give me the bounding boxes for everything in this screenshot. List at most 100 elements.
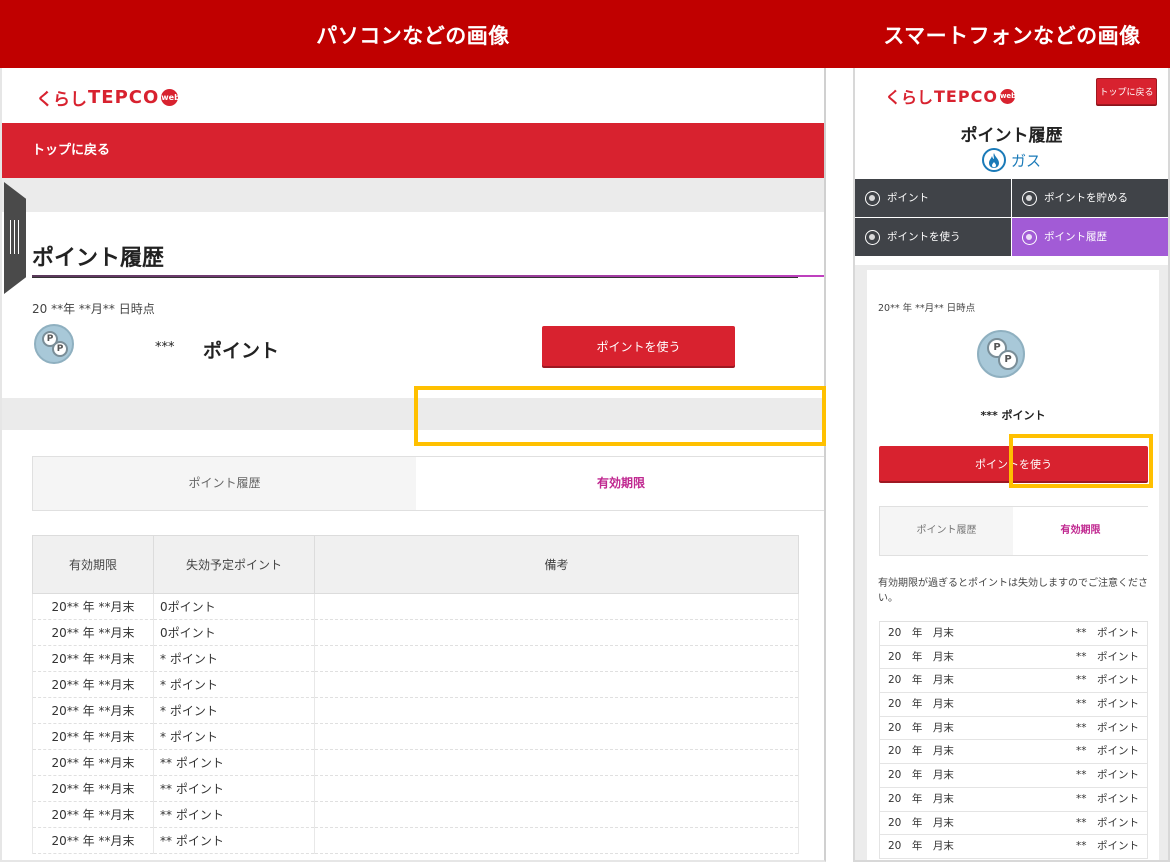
list-item: 20 年 月末 ** ポイント <box>879 787 1148 812</box>
caption-banner: パソコンなどの画像 スマートフォンなどの画像 <box>0 0 1170 68</box>
item-date: 20 年 月末 <box>888 721 954 734</box>
points-total: *** ポイント <box>980 409 1046 422</box>
content-area: 20** 年 **月** 日時点 PP *** ポイント ポイントを使う ポイン… <box>855 265 1168 860</box>
title-underline <box>32 277 798 278</box>
points-card: 20** 年 **月** 日時点 PP *** ポイント ポイントを使う ポイン… <box>867 270 1159 860</box>
tab-point-history[interactable]: ポイント履歴 <box>880 507 1013 555</box>
cell-expiration: 20** 年 **月末 <box>32 619 154 646</box>
pc-caption: パソコンなどの画像 <box>316 24 510 48</box>
section-spacer <box>2 178 824 212</box>
page-title: ポイント履歴 <box>960 126 1063 146</box>
back-to-top-link[interactable]: トップに戻る <box>32 123 110 178</box>
item-date: 20 年 月末 <box>888 840 954 853</box>
menu-item-label: ポイント <box>887 192 929 204</box>
cell-notes <box>314 827 799 854</box>
menu-item-save-points[interactable]: ポイントを貯める <box>1012 179 1168 217</box>
pc-screenshot: くらし TEPCO web トップに戻る ポイント履歴 20 **年 **月**… <box>0 68 826 862</box>
item-points: ** ポイント <box>1076 745 1139 758</box>
table-row: 20** 年 **月末 * ポイント <box>32 723 799 750</box>
list-item: 20 年 月末 ** ポイント <box>879 622 1148 646</box>
item-date: 20 年 月末 <box>888 650 954 663</box>
cell-expiration: 20** 年 **月末 <box>32 801 154 828</box>
logo-web-badge: web <box>999 88 1016 104</box>
cell-notes <box>314 775 799 802</box>
item-date: 20 年 月末 <box>888 745 954 758</box>
cell-notes <box>314 671 799 698</box>
use-points-button[interactable]: ポイントを使う <box>542 326 735 366</box>
gas-label: ガス <box>855 148 1168 172</box>
list-item: 20 年 月末 ** ポイント <box>879 835 1148 859</box>
cell-points: ** ポイント <box>153 827 315 854</box>
tab-expiration[interactable]: 有効期限 <box>1013 507 1148 555</box>
flame-icon <box>981 148 1006 172</box>
page-title: ポイント履歴 <box>32 246 165 271</box>
expiration-note: 有効期限が過ぎるとポイントは失効しますのでご注意ください。 <box>878 578 1148 604</box>
cell-expiration: 20** 年 **月末 <box>32 723 154 750</box>
item-date: 20 年 月末 <box>888 698 954 711</box>
points-unit: ポイント <box>203 340 280 362</box>
item-date: 20 年 月末 <box>888 792 954 805</box>
expiration-table: 有効期限 失効予定ポイント 備考 20** 年 **月末 0ポイント 20** 年 … <box>32 535 799 854</box>
expiration-list: 20 年 月末 ** ポイント 20 年 月末 ** ポイント 20 年 月末 ** ポイ… <box>879 621 1148 859</box>
gas-text: ガス <box>1010 151 1041 170</box>
cell-points: ** ポイント <box>153 801 315 828</box>
cell-expiration: 20** 年 **月末 <box>32 697 154 724</box>
tab-expiration[interactable]: 有効期限 <box>416 457 824 510</box>
table-row: 20** 年 **月末 * ポイント <box>32 697 799 724</box>
list-item: 20 年 月末 ** ポイント <box>879 811 1148 836</box>
item-points: ** ポイント <box>1076 721 1139 734</box>
back-to-top-button[interactable]: トップに戻る <box>1096 78 1157 105</box>
cell-notes <box>314 619 799 646</box>
cell-expiration: 20** 年 **月末 <box>32 775 154 802</box>
list-item: 20 年 月末 ** ポイント <box>879 764 1148 788</box>
item-date: 20 年 月末 <box>888 769 954 782</box>
tab-bar: ポイント履歴 有効期限 <box>32 456 824 511</box>
menu-item-points[interactable]: ポイント <box>855 179 1011 217</box>
cell-points: 0ポイント <box>153 593 315 620</box>
logo-tepco: TEPCO <box>88 87 160 108</box>
coin-icon: PP <box>34 324 74 364</box>
kurashi-tepco-logo[interactable]: くらし TEPCO web <box>36 85 180 110</box>
points-value: *** <box>155 340 175 355</box>
table-row: 20** 年 **月末 ** ポイント <box>32 827 799 854</box>
as-of-date: 20** 年 **月** 日時点 <box>878 303 976 314</box>
cell-points: ** ポイント <box>153 749 315 776</box>
menu-item-use-points[interactable]: ポイントを使う <box>855 218 1011 256</box>
menu-item-point-history[interactable]: ポイント履歴 <box>1012 218 1168 256</box>
logo-kurashi: くらし <box>36 90 87 110</box>
menu-lines-icon <box>10 220 22 254</box>
menu-item-label: ポイントを貯める <box>1044 192 1128 204</box>
tab-point-history[interactable]: ポイント履歴 <box>33 457 416 510</box>
history-icon <box>1022 229 1037 245</box>
logo-web-badge: web <box>161 89 180 106</box>
list-item: 20 年 月末 ** ポイント <box>879 740 1148 765</box>
item-points: ** ポイント <box>1076 650 1139 663</box>
coin-icon: PP <box>977 330 1025 378</box>
sp-caption: スマートフォンなどの画像 <box>883 24 1141 48</box>
points-menu: ポイント ポイントを貯める ポイントを使う ポイント履歴 <box>855 179 1168 257</box>
cell-notes <box>314 749 799 776</box>
kurashi-tepco-logo[interactable]: くらし TEPCO web <box>885 84 1016 108</box>
cell-expiration: 20** 年 **月末 <box>32 645 154 672</box>
table-row: 20** 年 **月末 ** ポイント <box>32 775 799 802</box>
cell-notes <box>314 697 799 724</box>
menu-item-label: ポイントを使う <box>887 231 961 243</box>
menu-item-label: ポイント履歴 <box>1044 231 1107 243</box>
cell-expiration: 20** 年 **月末 <box>32 749 154 776</box>
cell-notes <box>314 593 799 620</box>
list-item: 20 年 月末 ** ポイント <box>879 669 1148 694</box>
item-date: 20 年 月末 <box>888 674 954 687</box>
logo-kurashi: くらし <box>885 88 934 107</box>
use-points-icon <box>865 229 880 245</box>
item-points: ** ポイント <box>1076 627 1139 639</box>
cell-points: ** ポイント <box>153 775 315 802</box>
cell-points: * ポイント <box>153 671 315 698</box>
list-item: 20 年 月末 ** ポイント <box>879 716 1148 741</box>
tab-bar: ポイント履歴 有効期限 <box>879 506 1148 556</box>
item-points: ** ポイント <box>1076 816 1139 829</box>
coin-icon <box>865 190 880 206</box>
as-of-date: 20 **年 **月** 日時点 <box>32 302 155 316</box>
item-date: 20 年 月末 <box>888 816 954 829</box>
header-bar: トップに戻る <box>2 123 824 178</box>
cell-points: * ポイント <box>153 723 315 750</box>
